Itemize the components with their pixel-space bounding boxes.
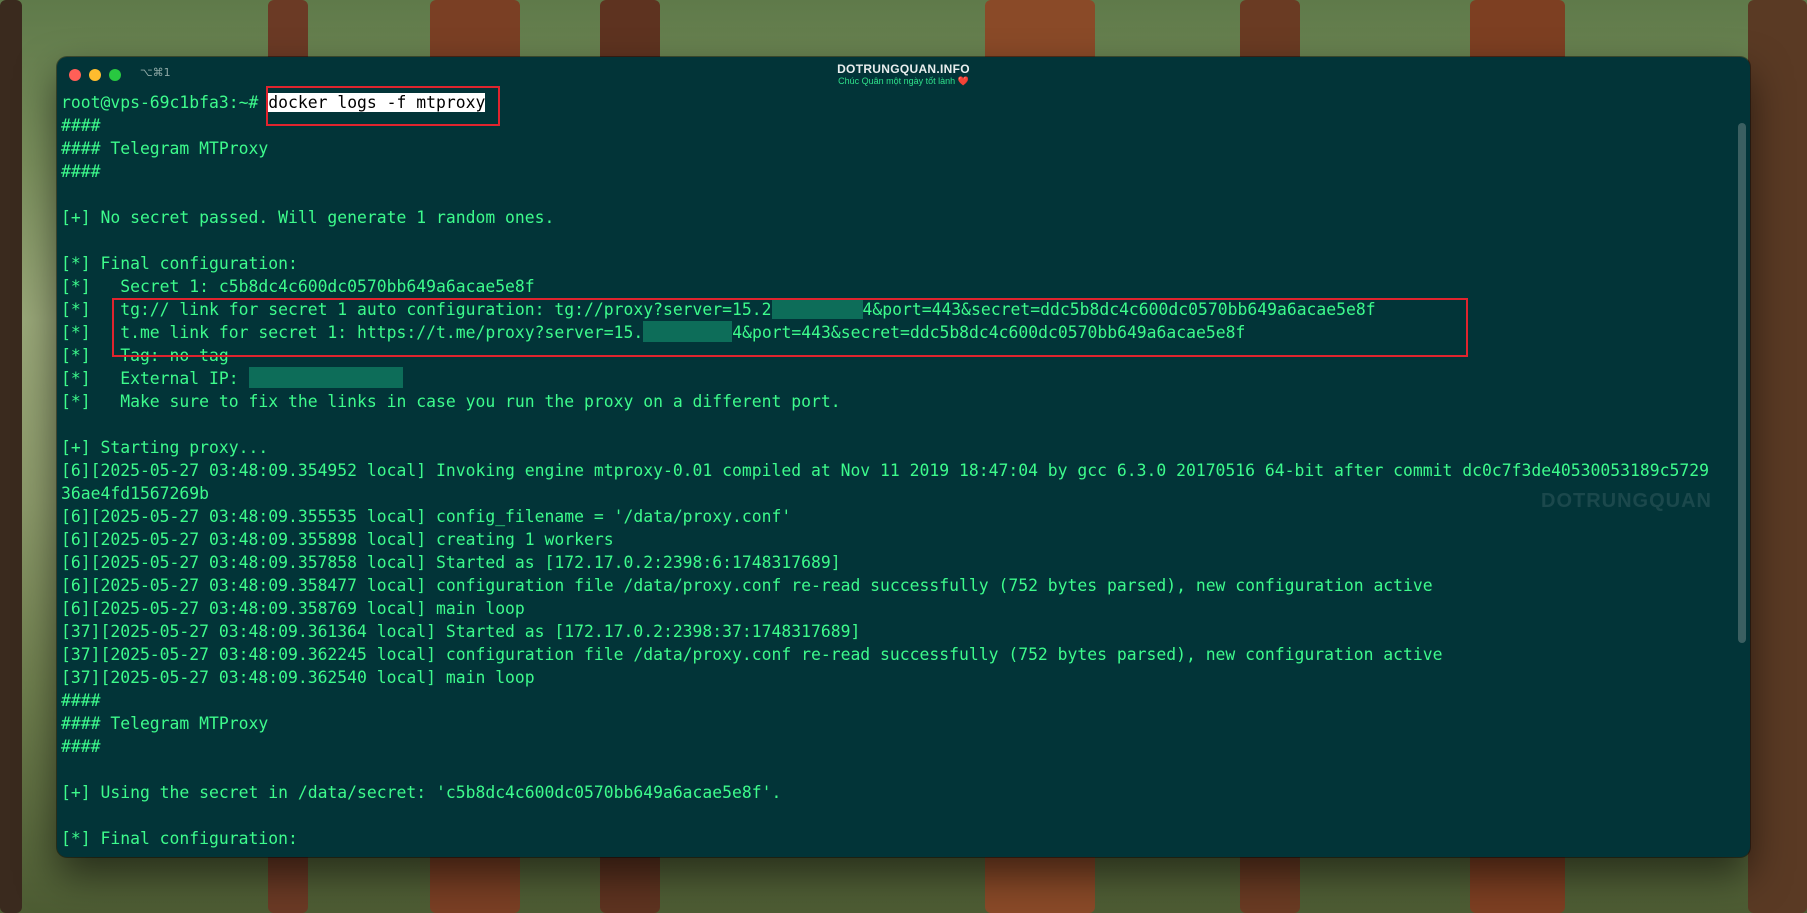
output-line: [37][2025-05-27 03:48:09.362540 local] m… <box>61 668 535 687</box>
window-title-text: DOTRUNGQUAN.INFO <box>837 62 970 76</box>
output-line: [6][2025-05-27 03:48:09.355898 local] cr… <box>61 530 614 549</box>
output-line: [6][2025-05-27 03:48:09.358477 local] co… <box>61 576 1433 595</box>
scrollbar-thumb[interactable] <box>1738 123 1746 643</box>
output-line: #### <box>61 162 101 181</box>
output-line: [6][2025-05-27 03:48:09.358769 local] ma… <box>61 599 525 618</box>
output-line: #### <box>61 737 101 756</box>
output-line: [+] Starting proxy... <box>61 438 269 457</box>
output-line: [6][2025-05-27 03:48:09.357858 local] St… <box>61 553 841 572</box>
output-line: #### Telegram MTProxy <box>61 139 269 158</box>
shell-prompt: root@vps-69c1bfa3:~# <box>61 93 259 112</box>
links-highlight-box <box>112 298 1468 357</box>
output-line: [37][2025-05-27 03:48:09.361364 local] S… <box>61 622 861 641</box>
command-highlight-box <box>266 86 500 126</box>
tree-trunk <box>0 0 22 913</box>
output-line: 36ae4fd1567269b <box>61 484 210 503</box>
output-line: [6][2025-05-27 03:48:09.354952 local] In… <box>61 461 1709 480</box>
terminal-output[interactable]: root@vps-69c1bfa3:~# docker logs -f mtpr… <box>61 91 1732 857</box>
external-ip-line: [*] External IP: <box>61 367 1732 390</box>
output-line: [+] Using the secret in /data/secret: 'c… <box>61 783 782 802</box>
output-line: #### Telegram MTProxy <box>61 714 269 733</box>
output-line: [+] No secret passed. Will generate 1 ra… <box>61 208 555 227</box>
watermark-logo: DOTRUNGQUAN <box>1541 490 1712 512</box>
terminal-window[interactable]: ⌥⌘1 DOTRUNGQUAN.INFO Chúc Quân một ngày … <box>57 57 1750 857</box>
output-line: [*] Secret 1: c5b8dc4c600dc0570bb649a6ac… <box>61 277 535 296</box>
output-line: [6][2025-05-27 03:48:09.355535 local] co… <box>61 507 792 526</box>
tree-trunk <box>1748 0 1807 913</box>
output-line: [37][2025-05-27 03:48:09.362245 local] c… <box>61 645 1443 664</box>
output-line: [*] Final configuration: <box>61 829 298 848</box>
window-title: DOTRUNGQUAN.INFO Chúc Quân một ngày tốt … <box>57 62 1750 87</box>
redacted-ip <box>248 367 403 388</box>
output-line: #### <box>61 691 101 710</box>
output-line: [*] Final configuration: <box>61 254 298 273</box>
output-line: [*] Make sure to fix the links in case y… <box>61 392 841 411</box>
